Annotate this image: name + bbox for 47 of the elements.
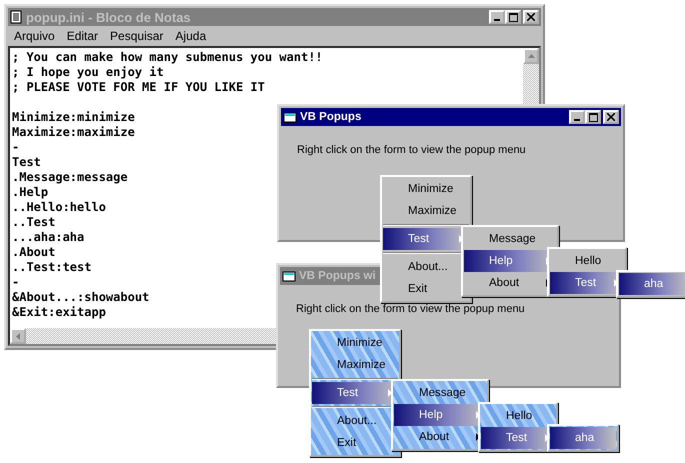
menu-item[interactable]: Arquivo bbox=[14, 29, 55, 43]
text-line: .About bbox=[12, 245, 56, 260]
menu-item[interactable]: Minimize bbox=[312, 332, 398, 354]
maximize-icon bbox=[508, 12, 518, 22]
text-line: &About...:showabout bbox=[12, 290, 150, 305]
text-line: Maximize:maximize bbox=[12, 125, 135, 140]
text-line: .Help bbox=[12, 185, 48, 200]
menu-item[interactable]: Minimize bbox=[383, 178, 469, 200]
menu-item[interactable]: Editar bbox=[66, 29, 98, 43]
app-icon bbox=[283, 111, 297, 123]
window-title: VB Popups wi bbox=[299, 270, 376, 282]
close-icon bbox=[527, 13, 535, 21]
menu-item[interactable]: Maximize bbox=[383, 200, 469, 222]
text-line: - bbox=[12, 140, 20, 155]
text-line: - bbox=[12, 275, 20, 290]
maximize-icon bbox=[588, 112, 598, 122]
text-line: ; PLEASE VOTE FOR ME IF YOU LIKE IT bbox=[12, 80, 265, 95]
close-button[interactable] bbox=[603, 110, 619, 124]
text-line: ; You can make how many submenus you want!! bbox=[12, 50, 323, 65]
close-button[interactable] bbox=[523, 10, 539, 24]
menu-item[interactable]: Maximize bbox=[312, 354, 398, 376]
text-line: ..Test bbox=[12, 215, 56, 230]
up-arrow-icon bbox=[528, 54, 534, 58]
menu-item[interactable]: Ajuda bbox=[175, 29, 206, 43]
menu-item[interactable]: Pesquisar bbox=[110, 29, 164, 43]
text-line: ; I hope you enjoy it bbox=[12, 65, 164, 80]
text-line: Test bbox=[12, 155, 41, 170]
menu-item[interactable]: aha bbox=[550, 427, 616, 449]
window-title: popup.ini - Bloco de Notas bbox=[26, 10, 192, 24]
window-title: VB Popups bbox=[300, 111, 362, 123]
instruction-text: Right click on the form to view the popup menu bbox=[296, 303, 526, 315]
text-line: Minimize:minimize bbox=[12, 110, 135, 125]
text-line: ...aha:aha bbox=[12, 230, 84, 245]
minimize-button[interactable] bbox=[569, 110, 585, 124]
text-line: ..Hello:hello bbox=[12, 200, 106, 215]
maximize-button[interactable] bbox=[505, 10, 521, 24]
notepad-icon bbox=[10, 10, 22, 24]
text-line: &Exit:exitapp bbox=[12, 305, 106, 320]
text-line: .Message:message bbox=[12, 170, 128, 185]
left-arrow-icon bbox=[16, 332, 20, 340]
menu-item[interactable]: aha bbox=[619, 273, 685, 295]
maximize-button[interactable] bbox=[585, 110, 601, 124]
text-line: ..Test:test bbox=[12, 260, 92, 275]
instruction-text: Right click on the form to view the popup menu bbox=[297, 144, 527, 156]
app-icon bbox=[282, 270, 296, 282]
minimize-button[interactable] bbox=[489, 10, 505, 24]
close-icon bbox=[607, 113, 615, 121]
